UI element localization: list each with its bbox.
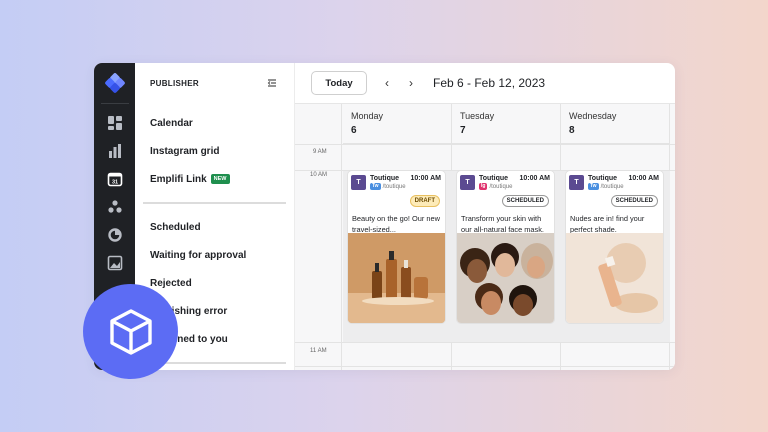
calendar-icon[interactable]: 31 [106, 170, 124, 188]
chevron-right-icon[interactable]: › [405, 76, 417, 90]
post-time: 10:00 AM [628, 175, 659, 182]
day-name: Wednesday [569, 111, 617, 121]
sidebar-item-emplifi-link[interactable]: Emplifi Link NEW [135, 165, 294, 193]
today-button[interactable]: Today [311, 71, 367, 95]
sidebar-title: PUBLISHER [150, 78, 199, 88]
sidebar-item-label: Instagram grid [150, 145, 220, 157]
status-badge: SCHEDULED [501, 195, 549, 207]
new-badge: NEW [210, 174, 230, 184]
status-badge: SCHEDULED [610, 195, 658, 207]
account-avatar: T [569, 175, 584, 190]
account-handle: /toutique [489, 183, 513, 190]
day-number: 8 [569, 125, 575, 136]
account-handle: /toutique [600, 183, 624, 190]
post-image [566, 233, 663, 323]
calendar-toolbar: Today ‹ › Feb 6 - Feb 12, 2023 [295, 63, 675, 103]
post-text: Transform your skin with our all-natural… [461, 214, 544, 234]
image-icon[interactable] [106, 254, 124, 272]
post-card[interactable]: T Toutique 10:00 AM Tw/toutique SCHEDULED… [565, 170, 664, 324]
day-header: Monday 6 [343, 104, 451, 144]
post-card[interactable]: T Toutique 10:00 AM Tw/toutique DRAFT Bea… [347, 170, 446, 324]
dashboard-icon[interactable] [106, 114, 124, 132]
post-time: 10:00 AM [410, 175, 441, 182]
account-name: Toutique [370, 175, 400, 182]
post-text: Beauty on the go! Our new travel-sized..… [352, 214, 440, 234]
day-number: 6 [351, 125, 357, 136]
chevron-left-icon[interactable]: ‹ [381, 76, 393, 90]
sidebar-item-label: Calendar [150, 117, 193, 129]
day-header: Wednesday 8 [561, 104, 669, 144]
svg-text:31: 31 [111, 180, 117, 186]
post-image [348, 233, 445, 323]
post-image [457, 233, 554, 323]
day-header: Tuesday 7 [452, 104, 560, 144]
sidebar-item-waiting-for-approval[interactable]: Waiting for approval [135, 241, 294, 269]
twitter-icon: Tw [588, 183, 599, 190]
day-name: Tuesday [460, 111, 495, 121]
post-card[interactable]: T Toutique 10:00 AM Ig/toutique SCHEDULED… [456, 170, 555, 324]
status-badge: DRAFT [409, 195, 440, 207]
day-number: 7 [460, 125, 466, 136]
post-text: Nudes are in! find your perfect shade. [570, 214, 645, 234]
cube-icon [109, 308, 152, 355]
cube-badge [83, 284, 178, 379]
account-handle: /toutique [382, 183, 406, 190]
account-name: Toutique [588, 175, 618, 182]
day-name: Monday [351, 111, 384, 121]
sidebar-header: PUBLISHER [135, 63, 294, 103]
sidebar-item-instagram-grid[interactable]: Instagram grid [135, 137, 294, 165]
post-time: 10:00 AM [519, 175, 550, 182]
date-range: Feb 6 - Feb 12, 2023 [433, 76, 546, 90]
account-avatar: T [351, 175, 366, 190]
community-icon[interactable] [106, 198, 124, 216]
sidebar-divider [143, 202, 286, 204]
rail-divider [100, 103, 129, 104]
collapse-sidebar-icon[interactable] [266, 77, 278, 89]
sidebar-item-label: Scheduled [150, 221, 201, 233]
account-name: Toutique [479, 175, 509, 182]
time-label: 9 AM [313, 149, 327, 155]
time-label: 11 AM [310, 348, 327, 354]
hour-line [295, 342, 675, 343]
account-avatar: T [460, 175, 475, 190]
app-logo-icon[interactable] [104, 73, 125, 93]
sidebar-item-calendar[interactable]: Calendar [135, 109, 294, 137]
sidebar-item-label: Waiting for approval [150, 249, 247, 261]
time-label: 10 AM [310, 172, 328, 178]
instagram-icon: Ig [479, 183, 488, 190]
analytics-icon[interactable] [106, 142, 124, 160]
twitter-icon: Tw [370, 183, 381, 190]
hour-line [295, 144, 675, 145]
sidebar-item-label: Emplifi Link [150, 173, 207, 185]
hour-line [295, 366, 675, 367]
sidebar-item-scheduled[interactable]: Scheduled [135, 213, 294, 241]
refresh-icon[interactable] [106, 226, 124, 244]
sidebar-item-label: Rejected [150, 277, 192, 289]
